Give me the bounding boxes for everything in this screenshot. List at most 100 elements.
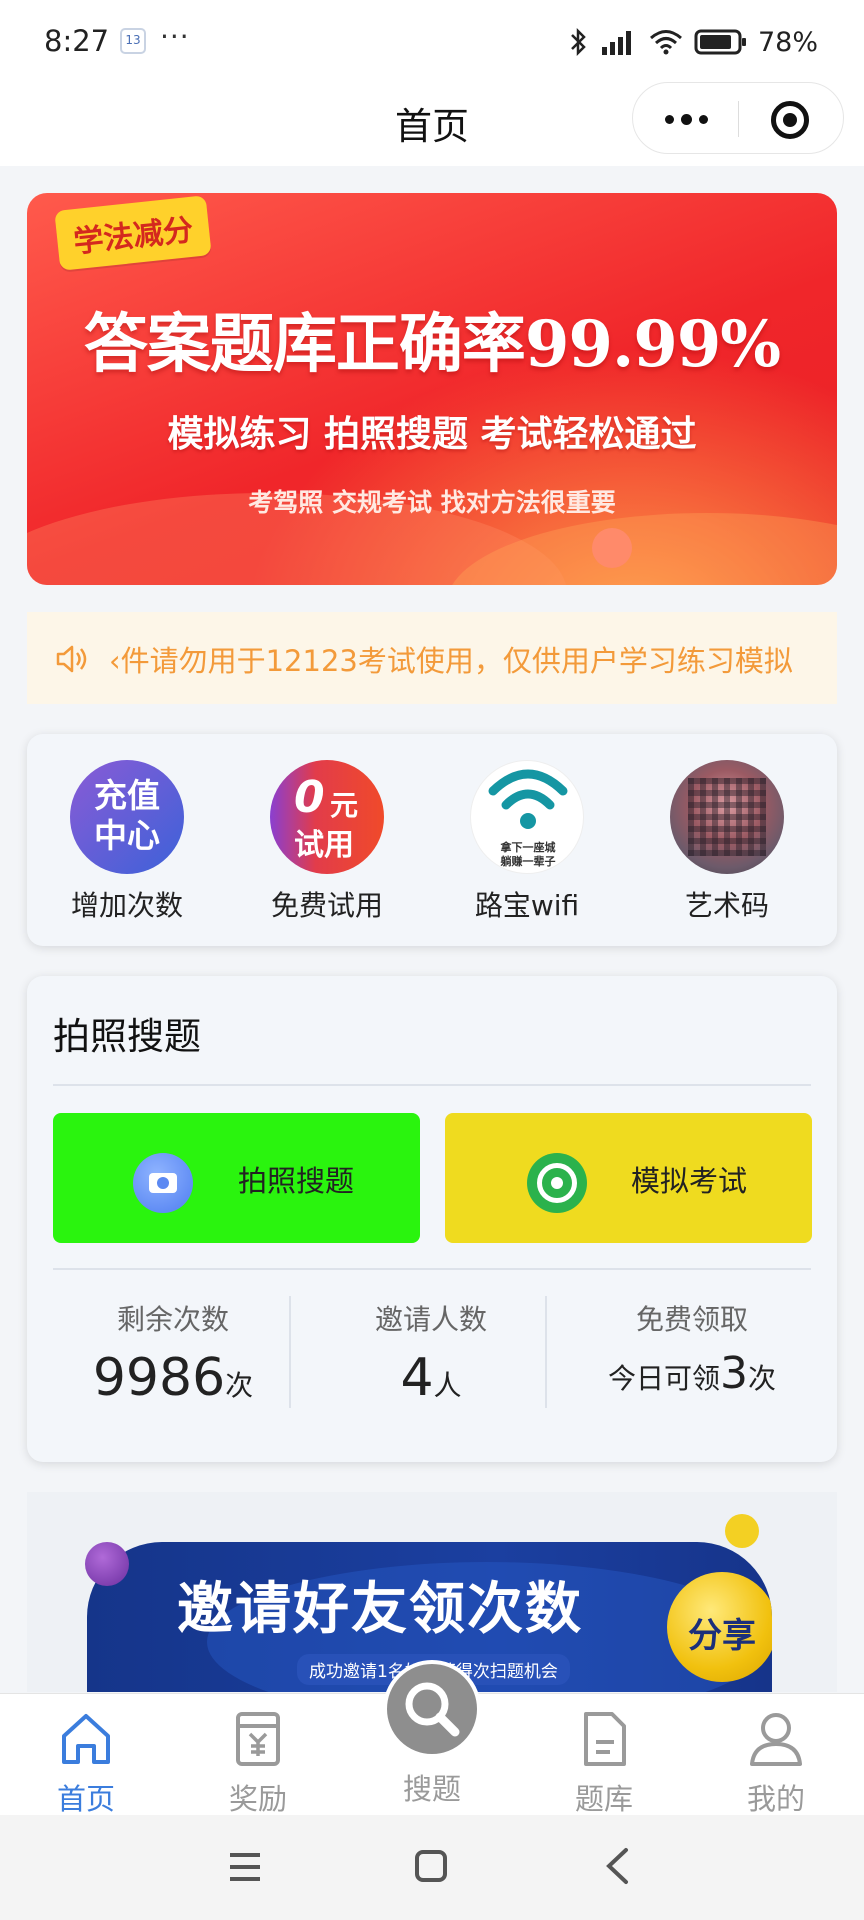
status-time: 8:27 [44,24,110,58]
stat-free-claim[interactable]: 免费领取 今日可领3次 [567,1298,817,1414]
tab-reward[interactable]: 奖励 [172,1694,344,1816]
status-indicators: 78% [568,22,818,62]
qr-pattern [688,778,766,856]
status-bar: 8:27 13 ··· 78% [0,0,864,82]
quick-link-wifi[interactable]: 拿下一座城 躺赚一辈子 路宝wifi [427,760,627,924]
mini-program-capsule [632,82,844,154]
tab-profile[interactable]: 我的 [690,1694,862,1816]
banner-decoration [592,528,632,568]
reward-icon [236,1712,280,1766]
stat-title: 剩余次数 [116,1303,229,1336]
stat-unit: 次 [225,1369,254,1402]
stat-value: 今日可领3次 [567,1348,817,1399]
tab-label: 奖励 [228,1782,287,1816]
more-menu-button[interactable] [633,83,738,155]
banner-tag: 学法减分 [54,195,212,271]
stat-divider [289,1296,291,1408]
tab-label: 题库 [574,1782,633,1816]
tab-question-bank[interactable]: 题库 [518,1694,690,1816]
photo-search-label: 拍照搜题 [238,1164,355,1198]
invite-decoration [85,1542,129,1586]
search-fab[interactable] [383,1660,481,1758]
close-mini-program-icon[interactable] [771,101,809,139]
more-notifications-icon: ··· [160,20,190,53]
photo-search-card: 拍照搜题 拍照搜题 模拟考试 剩余次数 9986次 邀请人数 4人 免费领取 今… [27,976,837,1462]
notice-bar: ‹件请勿用于12123考试使用，仅供用户学习练习模拟 [27,612,837,704]
quick-link-label: 艺术码 [684,889,769,922]
free-trial-icon-text: 试用 [294,828,354,863]
recent-apps-icon[interactable] [228,1851,262,1883]
battery-percentage: 78% [757,26,818,58]
remaining-count: 9986 [92,1348,226,1408]
photo-search-button[interactable]: 拍照搜题 [53,1113,420,1243]
stat-title: 邀请人数 [374,1303,487,1336]
wifi-arcs [488,769,568,829]
wifi-status-icon [650,30,682,55]
speaker-icon [56,645,87,673]
stat-unit: 次 [748,1362,777,1395]
banner-headline: 答案题库正确率99.99% [83,307,781,382]
invite-headline: 邀请好友领次数 [177,1577,583,1642]
quick-link-free-trial[interactable]: 0 元 试用 免费试用 [227,760,427,924]
mock-exam-button[interactable]: 模拟考试 [445,1113,812,1243]
search-icon [405,1682,460,1737]
stat-invited: 邀请人数 4人 [317,1298,545,1414]
tab-label: 搜题 [402,1772,461,1806]
section-title: 拍照搜题 [53,1015,201,1058]
recharge-icon-text: 充值 [94,776,160,815]
stat-value: 9986次 [53,1348,293,1408]
stat-divider [545,1296,547,1408]
promo-banner[interactable]: 学法减分 答案题库正确率99.99% 模拟练习 拍照搜题 考试轻松通过 考驾照 … [27,193,837,585]
quick-link-label: 路宝wifi [474,889,580,922]
free-count: 3 [720,1348,748,1399]
banner-subline: 模拟练习 拍照搜题 考试轻松通过 [167,413,697,455]
battery-icon [694,29,746,55]
signal-icon [601,31,631,55]
home-icon [62,1714,110,1764]
divider [53,1084,811,1086]
camera-icon [133,1153,193,1213]
bottom-tab-bar: 首页 奖励 搜题 题库 我的 [0,1660,864,1816]
wifi-caption-line: 拿下一座城 [500,841,556,854]
notice-text: ‹件请勿用于12123考试使用，仅供用户学习练习模拟 [109,644,793,678]
calendar-notification-icon: 13 [120,28,146,54]
stat-unit: 人 [433,1369,462,1402]
wifi-caption-line: 躺赚一辈子 [500,855,556,868]
tab-label: 首页 [56,1782,115,1816]
mock-exam-label: 模拟考试 [631,1164,748,1198]
steering-wheel-icon [527,1153,587,1213]
free-trial-icon-text: 0 [294,772,325,823]
banner-note: 考驾照 交规考试 找对方法很重要 [248,488,616,517]
share-button[interactable]: 分享 [677,1608,767,1657]
recharge-icon: 充值 中心 [70,760,184,874]
free-trial-icon: 0 元 试用 [270,760,384,874]
question-bank-icon [584,1712,626,1766]
quick-link-label: 增加次数 [70,889,183,922]
stat-value: 4人 [317,1348,545,1408]
tab-home[interactable]: 首页 [0,1694,172,1816]
wifi-icon: 拿下一座城 躺赚一辈子 [470,760,584,874]
profile-icon [750,1713,802,1766]
banner-decoration [447,513,837,585]
back-icon[interactable] [604,1847,630,1885]
invited-count: 4 [400,1348,434,1408]
quick-links-card: 充值 中心 增加次数 0 元 试用 免费试用 拿下一座城 躺赚一辈子 路宝wif… [27,734,837,946]
quick-link-art-code[interactable]: 艺术码 [627,760,827,924]
nav-header: 首页 [0,82,864,166]
recharge-icon-text: 中心 [94,816,160,855]
invite-decoration [725,1514,759,1548]
stat-title: 免费领取 [635,1303,748,1336]
divider [53,1268,811,1270]
free-trial-icon-text: 元 [330,789,359,822]
wifi-icon-caption: 拿下一座城 躺赚一辈子 [471,841,583,869]
quick-link-recharge[interactable]: 充值 中心 增加次数 [27,760,227,924]
bluetooth-icon [571,27,586,57]
capsule-divider [738,101,739,137]
system-navigation-bar [0,1815,864,1920]
home-nav-icon[interactable] [414,1849,448,1883]
tab-label: 我的 [746,1782,805,1816]
stat-remaining: 剩余次数 9986次 [53,1298,293,1414]
stat-prefix: 今日可领 [607,1362,720,1395]
quick-link-label: 免费试用 [270,889,383,922]
art-qr-icon [670,760,784,874]
